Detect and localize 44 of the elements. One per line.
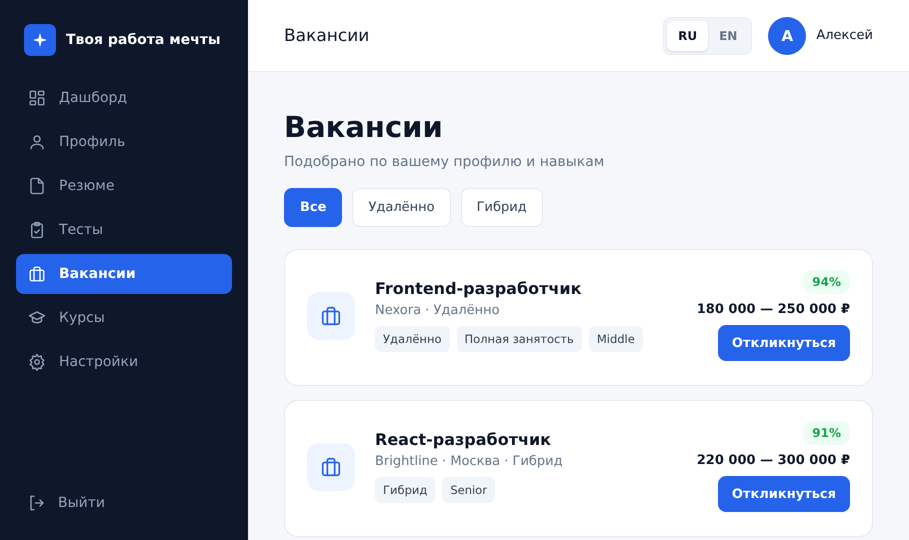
filter-chip[interactable]: Удалённо <box>352 188 451 227</box>
language-option[interactable]: RU <box>667 20 708 50</box>
filter-chip[interactable]: Все <box>284 188 342 227</box>
logout-icon <box>28 494 46 512</box>
match-badge: 91% <box>803 421 850 445</box>
match-badge: 94% <box>803 270 850 294</box>
apply-button[interactable]: Откликнуться <box>718 476 850 512</box>
salary-range: 220 000 — 300 000 ₽ <box>696 453 850 468</box>
sparkle-logo-icon <box>24 24 56 56</box>
user-name: Алексей <box>816 28 873 43</box>
document-icon <box>28 177 46 195</box>
sidebar-item[interactable]: Тесты <box>16 210 232 250</box>
filter-chip[interactable]: Гибрид <box>460 188 543 227</box>
sidebar-item[interactable]: Резюме <box>16 166 232 206</box>
apply-button[interactable]: Откликнуться <box>718 325 850 361</box>
salary-range: 180 000 — 250 000 ₽ <box>696 302 850 317</box>
user-icon <box>28 133 46 151</box>
settings-icon <box>28 353 46 371</box>
user-avatar[interactable]: А <box>768 16 806 54</box>
sidebar-item[interactable]: Профиль <box>16 122 232 162</box>
sidebar-item[interactable]: Дашборд <box>16 78 232 118</box>
job-tag: Полная занятость <box>456 326 582 352</box>
page-subtitle: Подобрано по вашему профилю и навыкам <box>284 154 606 170</box>
sidebar-item[interactable]: Вакансии <box>16 254 232 294</box>
logout-link[interactable]: Выйти <box>16 494 106 512</box>
job-tag: Middle <box>588 326 643 352</box>
page-title: Вакансии <box>284 110 444 144</box>
briefcase-icon <box>307 442 355 490</box>
job-title: Frontend-разработчик <box>375 279 582 298</box>
briefcase-icon <box>28 265 46 283</box>
job-tag: Гибрид <box>375 477 436 503</box>
sidebar-item[interactable]: Настройки <box>16 342 232 382</box>
brand-name: Твоя работа мечты <box>66 32 221 48</box>
job-title: React-разработчик <box>375 430 552 449</box>
job-tag: Удалённо <box>375 326 450 352</box>
sidebar-item[interactable]: Курсы <box>16 298 232 338</box>
language-option[interactable]: EN <box>708 20 748 50</box>
header-title: Вакансии <box>284 26 370 46</box>
dashboard-grid-icon <box>28 89 46 107</box>
briefcase-icon <box>307 292 355 340</box>
job-meta: Brightline · Москва · Гибрид <box>375 454 564 469</box>
job-tag: Senior <box>442 477 495 503</box>
clipboard-check-icon <box>28 221 46 239</box>
job-meta: Nexora · Удалённо <box>375 303 501 318</box>
